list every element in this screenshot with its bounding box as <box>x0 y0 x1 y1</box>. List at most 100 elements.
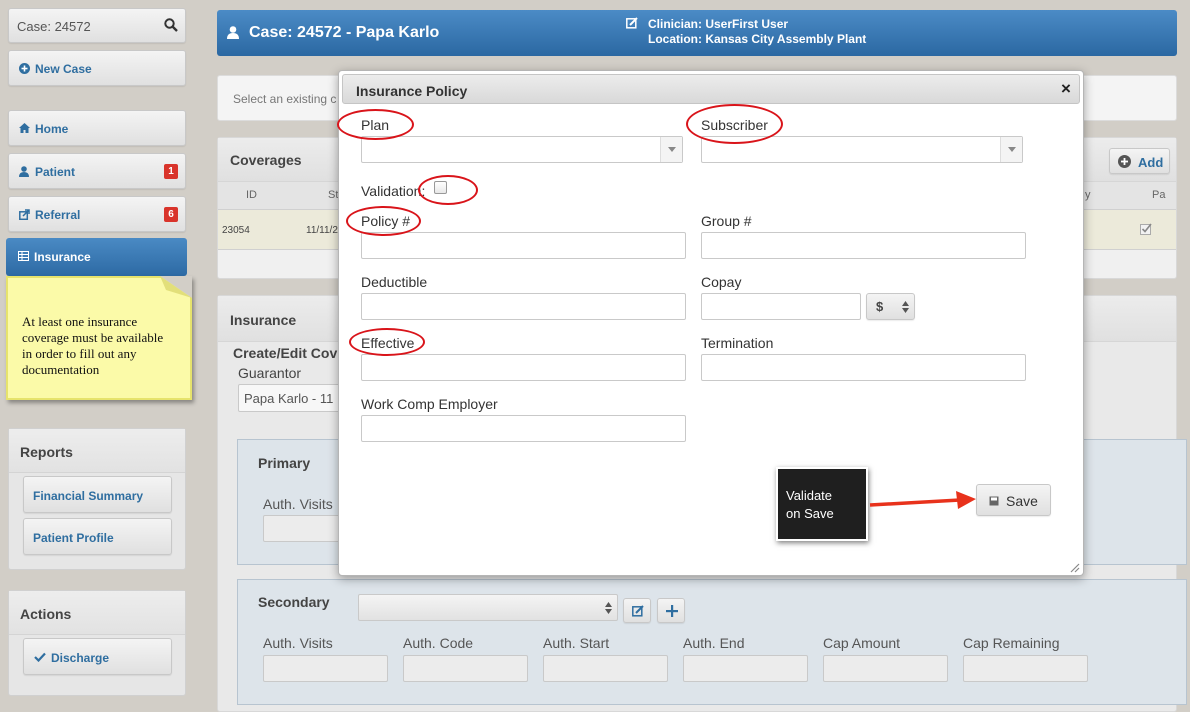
guarantor-label: Guarantor <box>238 365 302 381</box>
deductible-label: Deductible <box>361 274 428 290</box>
caret-down-icon <box>668 147 676 152</box>
resize-handle-icon[interactable] <box>1068 561 1080 573</box>
sec-auth-end-input[interactable] <box>683 655 808 682</box>
nav-home[interactable]: Home <box>8 110 186 146</box>
checkmark-icon <box>34 652 46 662</box>
financial-summary-label: Financial Summary <box>33 489 144 503</box>
reports-header: Reports <box>9 429 185 473</box>
termination-label: Termination <box>701 335 774 351</box>
termination-input[interactable] <box>701 354 1026 381</box>
col-id[interactable]: ID <box>246 189 257 201</box>
plan-select-toggle[interactable] <box>660 137 682 162</box>
clinician-text: Clinician: UserFirst User <box>648 17 789 31</box>
validation-label: Validation: <box>361 183 426 199</box>
plus-icon <box>666 605 678 617</box>
case-title: Case: 24572 - Papa Karlo <box>249 24 440 41</box>
group-label: Group # <box>701 213 752 229</box>
effective-annotation-circle <box>349 328 425 356</box>
red-arrow-icon <box>869 491 976 509</box>
secondary-edit-button[interactable] <box>623 598 651 623</box>
sec-auth-start-label: Auth. Start <box>543 635 610 651</box>
sec-cap-remaining-input[interactable] <box>963 655 1088 682</box>
group-input[interactable] <box>701 232 1026 259</box>
nav-referral[interactable]: Referral 6 <box>8 196 186 232</box>
plus-circle-icon <box>19 63 30 74</box>
sec-cap-amount-label: Cap Amount <box>823 635 901 651</box>
edit-icon <box>632 605 644 617</box>
nav-home-label: Home <box>35 122 69 136</box>
validate-callout: Validate on Save <box>776 467 868 541</box>
referral-badge: 6 <box>164 207 178 222</box>
save-icon <box>989 496 999 506</box>
note-fold-icon <box>160 276 192 298</box>
new-case-button[interactable]: New Case <box>8 50 186 86</box>
primary-title: Primary <box>258 455 311 471</box>
policy-input[interactable] <box>361 232 686 259</box>
copay-label: Copay <box>701 274 742 290</box>
financial-summary-button[interactable]: Financial Summary <box>23 476 172 513</box>
reports-panel: Reports Financial Summary Patient Profil… <box>8 428 186 570</box>
location-text: Location: Kansas City Assembly Plant <box>648 32 867 46</box>
share-icon <box>19 209 30 220</box>
primary-auth-visits-label: Auth. Visits <box>263 496 333 512</box>
search-icon[interactable] <box>164 18 178 32</box>
sec-auth-visits-input[interactable] <box>263 655 388 682</box>
case-header: Case: 24572 - Papa Karlo Clinician: User… <box>217 10 1177 56</box>
sec-auth-start-input[interactable] <box>543 655 668 682</box>
guarantor-value: Papa Karlo - 11 <box>244 391 334 406</box>
deductible-input[interactable] <box>361 293 686 320</box>
col-pa[interactable]: Pa <box>1152 189 1165 201</box>
nav-patient-label: Patient <box>35 165 76 179</box>
save-button[interactable]: Save <box>976 484 1051 516</box>
reports-title: Reports <box>20 444 73 460</box>
close-icon[interactable]: × <box>1061 79 1071 99</box>
currency-select[interactable]: $ <box>866 293 915 320</box>
table-icon <box>18 251 29 261</box>
col-start[interactable]: St <box>328 189 338 201</box>
sec-auth-code-input[interactable] <box>403 655 528 682</box>
case-search[interactable]: Case: 24572 <box>8 8 186 43</box>
discharge-button[interactable]: Discharge <box>23 638 172 675</box>
modal-title: Insurance Policy <box>356 83 468 99</box>
sec-auth-end-label: Auth. End <box>683 635 745 651</box>
nav-insurance[interactable]: Insurance <box>6 238 187 276</box>
discharge-label: Discharge <box>51 651 110 665</box>
col-y[interactable]: y <box>1085 189 1091 201</box>
primary-auth-visits-input[interactable] <box>263 515 343 542</box>
plan-select[interactable] <box>361 136 683 163</box>
patient-profile-button[interactable]: Patient Profile <box>23 518 172 555</box>
select-hint-text: Select an existing c <box>233 92 337 106</box>
user-icon <box>19 166 29 177</box>
callout-line-1: Validate <box>786 488 833 503</box>
copay-input[interactable] <box>701 293 861 320</box>
work-comp-input[interactable] <box>361 415 686 442</box>
nav-insurance-label: Insurance <box>34 250 91 264</box>
checkbox-checked-icon[interactable] <box>1140 223 1152 235</box>
sticky-note-text: At least one insurance coverage must be … <box>22 314 164 377</box>
insurance-title: Insurance <box>230 312 297 328</box>
coverages-title: Coverages <box>230 152 302 168</box>
home-icon <box>19 123 30 133</box>
currency-value: $ <box>876 299 884 314</box>
subscriber-select-toggle[interactable] <box>1000 137 1022 162</box>
sec-auth-visits-label: Auth. Visits <box>263 635 333 651</box>
sticky-note: At least one insurance coverage must be … <box>6 276 192 400</box>
caret-down-icon <box>1008 147 1016 152</box>
effective-input[interactable] <box>361 354 686 381</box>
guarantor-select[interactable]: Papa Karlo - 11 <box>238 384 348 412</box>
row-date: 11/11/2 <box>306 225 338 236</box>
edit-icon[interactable] <box>626 17 638 29</box>
nav-referral-label: Referral <box>35 208 81 222</box>
actions-panel: Actions Discharge <box>8 590 186 696</box>
sec-cap-amount-input[interactable] <box>823 655 948 682</box>
plus-circle-icon <box>1118 155 1131 168</box>
sec-cap-remaining-label: Cap Remaining <box>963 635 1060 651</box>
secondary-add-button[interactable] <box>657 598 685 623</box>
secondary-plan-select[interactable] <box>358 594 618 621</box>
select-arrows-icon <box>902 301 909 313</box>
subscriber-annotation-circle <box>686 104 783 144</box>
nav-patient[interactable]: Patient 1 <box>8 153 186 189</box>
add-coverage-button[interactable]: Add <box>1109 148 1170 174</box>
select-arrows-icon <box>605 602 612 614</box>
callout-line-2: on Save <box>786 506 834 521</box>
